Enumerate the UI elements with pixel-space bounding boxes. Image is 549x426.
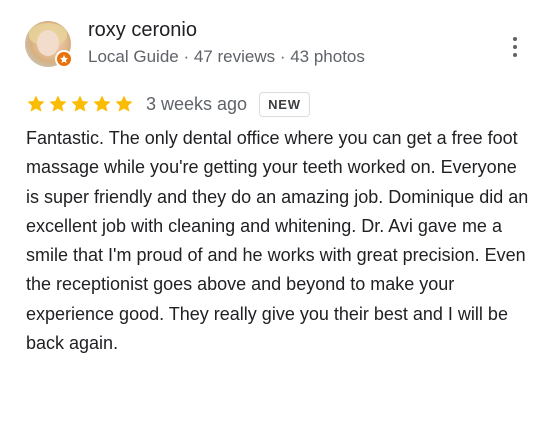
star-icon: [71, 95, 89, 112]
avatar[interactable]: [25, 21, 73, 68]
star-icon: [93, 95, 111, 112]
more-options-button[interactable]: [502, 34, 528, 60]
more-vert-icon: [513, 37, 517, 41]
star-icon: [27, 95, 45, 112]
new-badge: NEW: [259, 91, 310, 117]
review-card: roxy ceronio Local Guide · 47 reviews · …: [0, 0, 549, 426]
author-name[interactable]: roxy ceronio: [88, 19, 197, 42]
local-guide-badge-icon: [55, 50, 73, 68]
review-date: 3 weeks ago: [146, 93, 248, 114]
review-text: Fantastic. The only dental office where …: [26, 128, 529, 354]
badge-star-icon: [59, 54, 69, 64]
star-icon: [49, 95, 67, 112]
avatar-face: [37, 30, 59, 56]
star-icon: [115, 95, 133, 112]
rating-row: 3 weeks ago NEW: [26, 91, 310, 117]
author-meta: Local Guide · 47 reviews · 43 photos: [88, 47, 365, 66]
star-rating: [26, 94, 134, 114]
